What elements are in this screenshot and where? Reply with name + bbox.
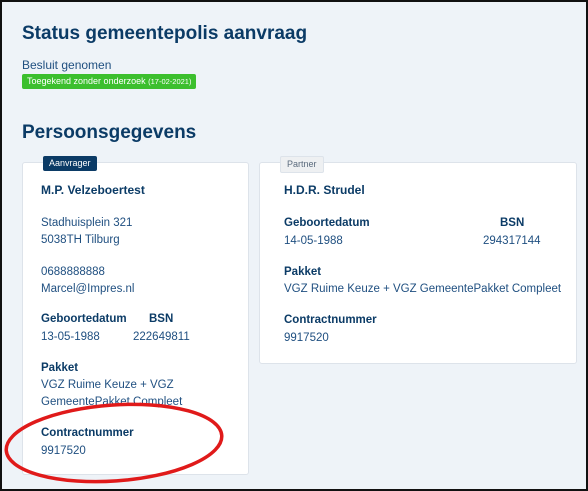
applicant-package-line1: VGZ Ruime Keuze + VGZ [41, 379, 174, 391]
page-frame: Status gemeentepolis aanvraag Besluit ge… [0, 0, 588, 491]
applicant-phone: 0688888888 [41, 266, 105, 278]
applicant-card: Aanvrager M.P. Velzeboertest Stadhuisple… [22, 156, 249, 475]
applicant-address-line2: 5038TH Tilburg [41, 234, 120, 246]
status-badge: Toegekend zonder onderzoek (17-02-2021) [22, 74, 197, 89]
partner-package: VGZ Ruime Keuze + VGZ GemeentePakket Com… [284, 283, 562, 295]
status-text: Besluit genomen [22, 58, 112, 72]
section-title: Persoonsgegevens [22, 122, 197, 143]
applicant-contract-number: 9917520 [41, 445, 86, 457]
applicant-name: M.P. Velzeboertest [41, 183, 145, 197]
page-title: Status gemeentepolis aanvraag [22, 23, 308, 44]
partner-tab: Partner [280, 156, 324, 173]
partner-birthdate-label: Geboortedatum [284, 217, 370, 229]
applicant-bsn: 222649811 [133, 331, 190, 343]
partner-name: H.D.R. Strudel [284, 183, 365, 197]
status-badge-text: Toegekend zonder onderzoek [27, 76, 146, 86]
partner-contract-label: Contractnummer [284, 314, 377, 326]
partner-package-label: Pakket [284, 266, 322, 278]
applicant-birthdate: 13-05-1988 [41, 331, 100, 343]
applicant-address-line1: Stadhuisplein 321 [41, 217, 133, 229]
partner-birthdate: 14-05-1988 [284, 235, 343, 247]
status-badge-date: (17-02-2021) [148, 77, 192, 86]
applicant-email: Marcel@Impres.nl [41, 283, 135, 295]
applicant-package-label: Pakket [41, 362, 79, 374]
applicant-birthdate-label: Geboortedatum [41, 313, 127, 325]
partner-bsn: 294317144 [483, 235, 541, 247]
applicant-tab: Aanvrager [43, 156, 97, 171]
partner-card: Partner H.D.R. Strudel Geboortedatum BSN… [259, 156, 577, 364]
partner-bsn-label: BSN [500, 217, 525, 229]
applicant-contract-label: Contractnummer [41, 427, 134, 439]
applicant-package-line2: GemeentePakket Compleet [41, 396, 183, 408]
applicant-bsn-label: BSN [149, 313, 174, 325]
partner-contract-number: 9917520 [284, 332, 329, 344]
